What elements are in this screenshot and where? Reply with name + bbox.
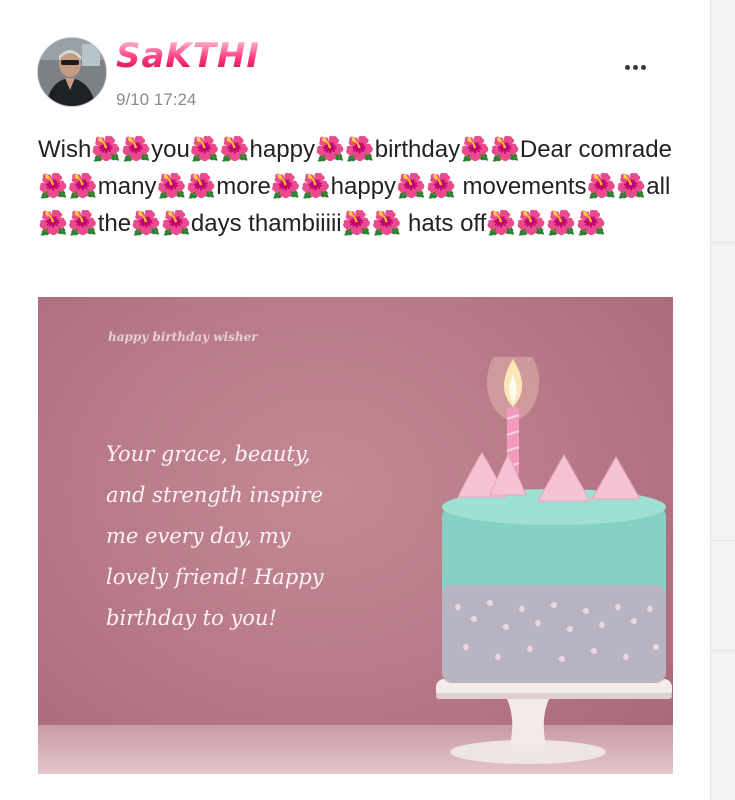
more-horizontal-icon-dot (632, 64, 638, 70)
author-avatar[interactable] (37, 37, 107, 107)
more-horizontal-icon-dot (640, 64, 646, 70)
more-options-button[interactable] (610, 52, 660, 82)
rail-divider (711, 540, 735, 541)
post-body-text: Wish🌺🌺you🌺🌺happy🌺🌺birthday🌺🌺Dear comrade… (38, 136, 672, 237)
avatar-photo (38, 38, 106, 106)
rail-divider (711, 242, 735, 243)
more-horizontal-icon (624, 64, 630, 70)
card-watermark: happy birthday wisher (108, 330, 258, 344)
birthday-card-image[interactable]: happy birthday wisher Your grace, beauty… (38, 297, 673, 774)
card-message: Your grace, beauty, and strength inspire… (106, 442, 324, 630)
right-sidebar-rail (710, 0, 735, 800)
post-timestamp: 9/10 17:24 (116, 90, 197, 109)
cake-stand-stem (506, 697, 550, 745)
meringue-toppings (457, 452, 641, 502)
cake-sprinkles (442, 585, 666, 683)
birthday-cake-illustration (436, 357, 672, 764)
rail-divider (711, 650, 735, 651)
author-name[interactable]: SaKTHI (116, 36, 260, 76)
feed-post: SaKTHI 9/10 17:24 Wish🌺🌺you🌺🌺happy🌺🌺birt… (0, 0, 700, 800)
